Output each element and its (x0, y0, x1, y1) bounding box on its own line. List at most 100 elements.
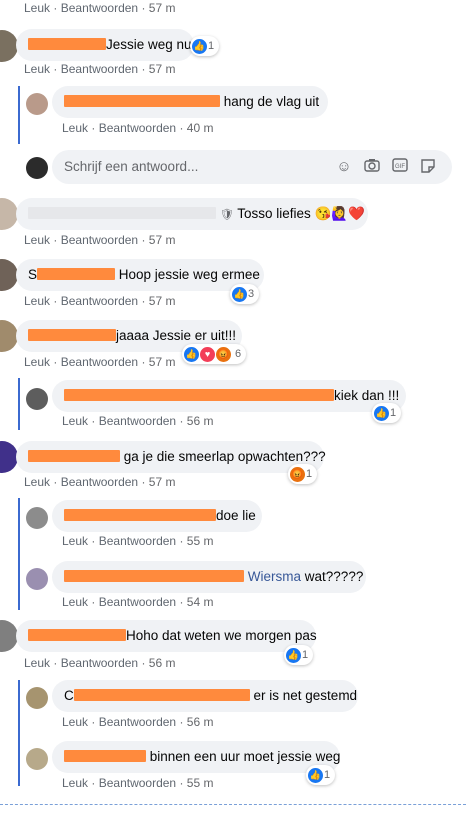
reaction-summary[interactable]: 👍 ♥ 😡 6 (182, 344, 247, 364)
timestamp: 57 m (148, 475, 176, 489)
comment-actions: Leuk · Beantwoorden · 57 m (24, 355, 176, 369)
redacted-name (64, 570, 244, 582)
comment-bubble: ga je die smeerlap opwachten??? (16, 441, 326, 473)
reaction-summary[interactable]: 👍 1 (284, 645, 314, 665)
redacted-name (64, 750, 146, 762)
redacted-name (28, 207, 216, 219)
like-link[interactable]: Leuk (62, 776, 88, 790)
like-link[interactable]: Leuk (24, 656, 50, 670)
comment-text: Hoop jessie weg ermee (118, 267, 260, 282)
like-reaction-icon: 👍 (232, 286, 247, 302)
timestamp: 55 m (186, 534, 214, 548)
comment-text: hang de vlag uit (223, 94, 320, 109)
comment-bubble: S Hoop jessie weg ermee (16, 259, 264, 291)
like-link[interactable]: Leuk (62, 534, 88, 548)
like-link[interactable]: Leuk (24, 1, 50, 15)
comment-actions: Leuk · Beantwoorden · 55 m (62, 534, 214, 548)
reaction-summary[interactable]: 👍 1 (190, 36, 220, 56)
avatar[interactable] (26, 93, 48, 115)
angry-reaction-icon: 😡 (290, 466, 305, 482)
like-link[interactable]: Leuk (62, 121, 88, 135)
redacted-name (28, 629, 126, 641)
love-reaction-icon: ♥ (200, 346, 215, 362)
reply-link[interactable]: Beantwoorden (61, 62, 138, 76)
comment-text: kiek dan !!! (334, 388, 400, 403)
comment-bubble: 🛡 Tosso liefies 😘🙋‍♀️❤️ (16, 198, 368, 230)
redacted-name (28, 38, 106, 50)
timestamp: 55 m (186, 776, 214, 790)
timestamp: 56 m (186, 414, 214, 428)
reaction-summary[interactable]: 👍 1 (306, 765, 336, 785)
timestamp: 57 m (148, 62, 176, 76)
thread-line (18, 378, 20, 430)
timestamp: 57 m (148, 355, 176, 369)
comment-actions: Leuk · Beantwoorden · 57 m (24, 475, 176, 489)
like-link[interactable]: Leuk (24, 62, 50, 76)
reaction-summary[interactable]: 👍 1 (372, 403, 402, 423)
comment-bubble: doe lie (52, 500, 262, 532)
comment-text: Tosso liefies (237, 206, 311, 221)
reply-link[interactable]: Beantwoorden (61, 1, 138, 15)
like-reaction-icon: 👍 (374, 405, 389, 421)
like-reaction-icon: 👍 (286, 647, 301, 663)
gif-icon[interactable]: GIF (391, 158, 409, 176)
redacted-name (28, 450, 120, 462)
reply-link[interactable]: Beantwoorden (99, 715, 176, 729)
reply-link[interactable]: Beantwoorden (61, 355, 138, 369)
redacted-name (73, 689, 250, 701)
smiley-icon[interactable]: ☺ (335, 158, 353, 176)
avatar[interactable] (26, 748, 48, 770)
redacted-name (64, 95, 220, 107)
like-link[interactable]: Leuk (62, 414, 88, 428)
comment-text: Jessie weg nu (106, 37, 192, 52)
reaction-summary[interactable]: 😡 1 (288, 464, 318, 484)
reply-link[interactable]: Beantwoorden (99, 534, 176, 548)
like-link[interactable]: Leuk (24, 294, 50, 308)
reply-link[interactable]: Beantwoorden (99, 414, 176, 428)
avatar[interactable] (26, 507, 48, 529)
timestamp: 56 m (148, 656, 176, 670)
comment-bubble: Wiersma wat????? (52, 561, 366, 593)
like-reaction-icon: 👍 (184, 346, 199, 362)
comment-bubble: hang de vlag uit (52, 86, 328, 118)
reply-link[interactable]: Beantwoorden (99, 121, 176, 135)
like-link[interactable]: Leuk (62, 595, 88, 609)
like-link[interactable]: Leuk (62, 715, 88, 729)
comment-actions: Leuk · Beantwoorden · 57 m (24, 1, 176, 15)
avatar[interactable] (26, 687, 48, 709)
reply-link[interactable]: Beantwoorden (99, 595, 176, 609)
comment-bubble: kiek dan !!! (52, 380, 406, 412)
comment-actions: Leuk · Beantwoorden · 55 m (62, 776, 214, 790)
camera-icon[interactable] (363, 158, 381, 176)
like-link[interactable]: Leuk (24, 355, 50, 369)
reaction-summary[interactable]: 👍 3 (230, 284, 260, 304)
reply-link[interactable]: Beantwoorden (61, 475, 138, 489)
like-link[interactable]: Leuk (24, 233, 50, 247)
comment-text: er is net gestemd (253, 688, 358, 703)
sticker-icon[interactable] (419, 158, 437, 176)
comment-actions: Leuk · Beantwoorden · 56 m (62, 414, 214, 428)
current-user-avatar (26, 157, 48, 179)
comment-text: binnen een uur moet jessie weg (149, 749, 341, 764)
timestamp: 57 m (148, 1, 176, 15)
avatar[interactable] (26, 388, 48, 410)
redacted-name (64, 389, 334, 401)
comment-text: wat????? (304, 569, 364, 584)
like-reaction-icon: 👍 (308, 767, 323, 783)
timestamp: 56 m (186, 715, 214, 729)
comment-actions: Leuk · Beantwoorden · 56 m (62, 715, 214, 729)
shield-icon: 🛡 (219, 209, 234, 221)
svg-text:GIF: GIF (395, 164, 405, 170)
comment-bubble: binnen een uur moet jessie weg (52, 741, 340, 773)
thread-line (18, 86, 20, 144)
tagged-name-link[interactable]: Wiersma (248, 569, 301, 584)
comment-actions: Leuk · Beantwoorden · 57 m (24, 62, 176, 76)
comment-actions: Leuk · Beantwoorden · 40 m (62, 121, 214, 135)
like-link[interactable]: Leuk (24, 475, 50, 489)
reply-link[interactable]: Beantwoorden (61, 233, 138, 247)
reply-link[interactable]: Beantwoorden (61, 656, 138, 670)
reply-input[interactable]: Schrijf een antwoord... ☺ GIF (52, 150, 452, 184)
reply-link[interactable]: Beantwoorden (99, 776, 176, 790)
avatar[interactable] (26, 568, 48, 590)
reply-link[interactable]: Beantwoorden (61, 294, 138, 308)
